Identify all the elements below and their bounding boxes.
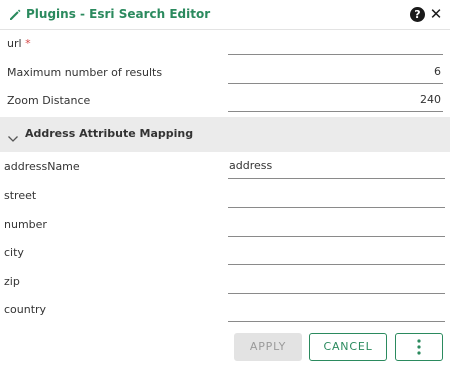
max-results-input[interactable]: 6 xyxy=(228,60,443,84)
close-icon[interactable]: ✕ xyxy=(429,5,443,23)
mapping-input-street[interactable] xyxy=(228,183,445,208)
max-results-row: Maximum number of results 6 xyxy=(0,60,450,88)
mapping-row-street: street xyxy=(0,183,450,211)
mapping-label: number xyxy=(4,218,47,231)
mapping-row-number: number xyxy=(0,212,450,240)
mapping-input-zip[interactable] xyxy=(228,269,445,294)
mapping-input-addressname[interactable]: address xyxy=(228,154,445,179)
mapping-label: zip xyxy=(4,275,20,288)
mapping-input-city[interactable] xyxy=(228,240,445,265)
mapping-row-city: city xyxy=(0,240,450,268)
mapping-label: street xyxy=(4,189,37,202)
required-marker: * xyxy=(25,37,31,50)
zoom-distance-input[interactable]: 240 xyxy=(228,88,443,112)
zoom-distance-row: Zoom Distance 240 xyxy=(0,88,450,116)
dialog-header: Plugins - Esri Search Editor ? ✕ xyxy=(0,0,450,30)
mapping-input-country[interactable] xyxy=(228,297,445,322)
dialog-title: Plugins - Esri Search Editor xyxy=(26,7,211,21)
more-vertical-icon xyxy=(417,339,421,355)
more-options-button[interactable] xyxy=(395,333,443,361)
section-title: Address Attribute Mapping xyxy=(25,127,194,140)
apply-button[interactable]: APPLY xyxy=(234,333,302,361)
mapping-label: addressName xyxy=(4,160,80,173)
address-mapping-section-header[interactable]: Address Attribute Mapping xyxy=(0,117,450,152)
url-input[interactable] xyxy=(228,31,443,55)
help-icon[interactable]: ? xyxy=(410,7,425,22)
mapping-input-number[interactable] xyxy=(228,212,445,237)
mapping-row-zip: zip xyxy=(0,269,450,297)
url-row: url * xyxy=(0,31,450,59)
chevron-down-icon xyxy=(7,129,19,142)
pencil-icon xyxy=(8,7,22,21)
mapping-label: city xyxy=(4,246,24,259)
mapping-row-addressname: addressName address xyxy=(0,154,450,182)
max-results-label: Maximum number of results xyxy=(7,66,163,79)
cancel-button[interactable]: CANCEL xyxy=(309,333,387,361)
url-label: url * xyxy=(7,37,31,50)
zoom-distance-label: Zoom Distance xyxy=(7,94,91,107)
mapping-row-country: country xyxy=(0,297,450,325)
mapping-label: country xyxy=(4,303,47,316)
